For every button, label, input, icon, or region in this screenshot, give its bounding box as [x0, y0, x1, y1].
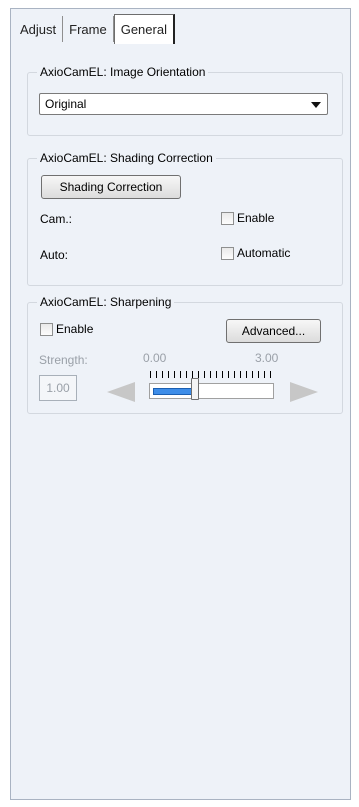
cam-enable-checkbox[interactable]: Enable [221, 211, 274, 225]
checkbox-icon [221, 246, 234, 260]
sharpening-enable-label: Enable [56, 322, 94, 336]
slider-ticks [150, 371, 272, 378]
checkbox-icon [221, 211, 234, 225]
advanced-button[interactable]: Advanced... [226, 319, 321, 343]
cam-label: Cam.: [40, 212, 73, 226]
image-orientation-title: AxioCamEL: Image Orientation [37, 65, 209, 79]
orientation-select[interactable]: Original [39, 93, 328, 115]
strength-slider-track[interactable] [149, 383, 274, 399]
chevron-down-icon [311, 102, 321, 108]
tab-general[interactable]: General [113, 14, 175, 44]
decrease-arrow-icon[interactable] [107, 382, 135, 402]
strength-slider-fill [153, 388, 192, 395]
strength-label: Strength: [39, 353, 88, 367]
auto-automatic-label: Automatic [237, 246, 291, 260]
shading-correction-group: AxioCamEL: Shading Correction Shading Co… [27, 151, 343, 286]
auto-automatic-checkbox[interactable]: Automatic [221, 246, 290, 260]
increase-arrow-icon[interactable] [290, 382, 318, 402]
shading-correction-button[interactable]: Shading Correction [41, 175, 181, 199]
image-orientation-group: AxioCamEL: Image Orientation Original [27, 65, 343, 136]
range-max-label: 3.00 [255, 351, 279, 365]
orientation-selected-value: Original [45, 97, 87, 111]
tab-bar: Adjust Frame General [14, 14, 175, 44]
sharpening-title: AxioCamEL: Sharpening [37, 295, 175, 309]
strength-slider-thumb[interactable] [191, 378, 199, 400]
checkbox-icon [40, 322, 53, 336]
shading-correction-title: AxioCamEL: Shading Correction [37, 151, 216, 165]
range-min-label: 0.00 [143, 351, 167, 365]
sharpening-enable-checkbox[interactable]: Enable [40, 322, 93, 336]
sharpening-group: AxioCamEL: Sharpening Enable Advanced...… [27, 295, 343, 414]
tab-frame[interactable]: Frame [63, 16, 114, 42]
strength-value-field[interactable]: 1.00 [39, 375, 77, 401]
auto-label: Auto: [40, 248, 69, 262]
tab-adjust[interactable]: Adjust [14, 16, 64, 42]
cam-enable-label: Enable [237, 211, 275, 225]
